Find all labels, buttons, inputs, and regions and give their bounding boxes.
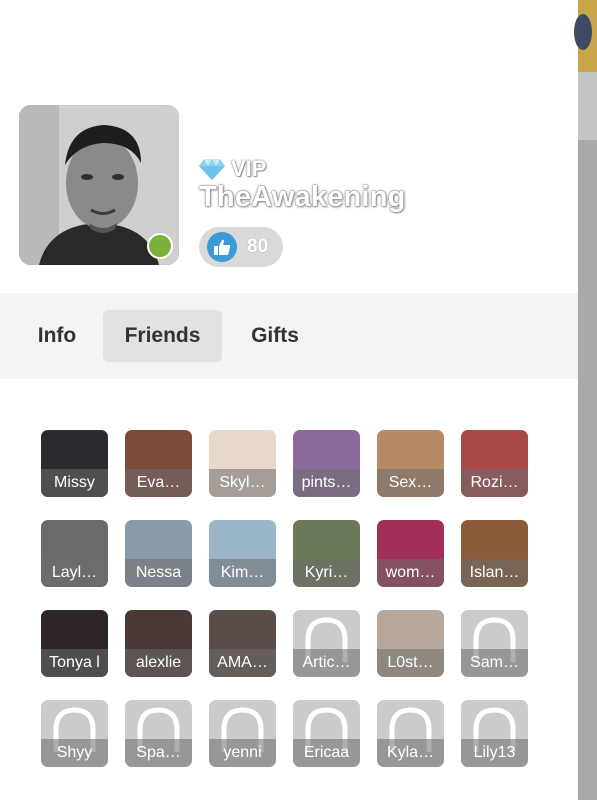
tab-info[interactable]: Info xyxy=(19,310,95,362)
friend-name: Kyri… xyxy=(293,559,360,587)
friend-name: wom… xyxy=(377,559,444,587)
likes-count: 80 xyxy=(247,236,269,257)
friend-name: Ericaa xyxy=(293,739,360,767)
friend-tile[interactable]: pints… xyxy=(293,430,360,497)
friend-tile[interactable]: Kim… xyxy=(209,520,276,587)
friend-name: Nessa xyxy=(125,559,192,587)
profile-tabs: Info Friends Gifts xyxy=(0,293,578,379)
friend-name: yenni xyxy=(209,739,276,767)
friend-tile[interactable]: Tonya l xyxy=(41,610,108,677)
friend-name: Tonya l xyxy=(41,649,108,677)
friend-name: Shyy xyxy=(41,739,108,767)
diamond-icon xyxy=(199,159,225,180)
friend-tile[interactable]: yenni xyxy=(209,700,276,767)
friend-tile[interactable]: Rozi… xyxy=(461,430,528,497)
likes-button[interactable]: 80 xyxy=(199,227,283,267)
friend-tile[interactable]: Missy xyxy=(41,430,108,497)
friend-tile[interactable]: Lily13 xyxy=(461,700,528,767)
background-strip xyxy=(578,72,597,140)
friend-tile[interactable]: Sam… xyxy=(461,610,528,677)
friend-name: Missy xyxy=(41,469,108,497)
vip-badge: VIP xyxy=(199,155,266,183)
friend-tile[interactable]: Nessa xyxy=(125,520,192,587)
friend-name: Eva… xyxy=(125,469,192,497)
username: TheAwakening xyxy=(199,181,406,213)
thumbs-up-icon xyxy=(207,232,237,262)
friend-name: Islan… xyxy=(461,559,528,587)
friend-tile[interactable]: Kyri… xyxy=(293,520,360,587)
friend-name: Kim… xyxy=(209,559,276,587)
friend-tile[interactable]: Layl… xyxy=(41,520,108,587)
friend-tile[interactable]: Kyla… xyxy=(377,700,444,767)
tab-friends[interactable]: Friends xyxy=(103,310,222,362)
friend-name: Skyl… xyxy=(209,469,276,497)
friend-name: Artic… xyxy=(293,649,360,677)
friend-tile[interactable]: alexlie xyxy=(125,610,192,677)
vip-label: VIP xyxy=(231,156,267,181)
background-avatar-peek xyxy=(574,14,592,50)
friend-tile[interactable]: Sex… xyxy=(377,430,444,497)
friend-tile[interactable]: Ericaa xyxy=(293,700,360,767)
online-status-dot xyxy=(147,233,173,259)
friend-tile[interactable]: Islan… xyxy=(461,520,528,587)
friend-tile[interactable]: Eva… xyxy=(125,430,192,497)
friend-tile[interactable]: L0st… xyxy=(377,610,444,677)
tab-gifts[interactable]: Gifts xyxy=(232,310,318,362)
friend-name: L0st… xyxy=(377,649,444,677)
friend-name: Lily13 xyxy=(461,739,528,767)
friend-tile[interactable]: wom… xyxy=(377,520,444,587)
friend-tile[interactable]: AMA… xyxy=(209,610,276,677)
friend-tile[interactable]: Artic… xyxy=(293,610,360,677)
friend-name: AMA… xyxy=(209,649,276,677)
friend-name: Layl… xyxy=(41,559,108,587)
friend-tile[interactable]: Spa… xyxy=(125,700,192,767)
friend-name: Sam… xyxy=(461,649,528,677)
friend-name: Kyla… xyxy=(377,739,444,767)
friend-name: Sex… xyxy=(377,469,444,497)
friend-name: pints… xyxy=(293,469,360,497)
friend-tile[interactable]: Shyy xyxy=(41,700,108,767)
friend-name: alexlie xyxy=(125,649,192,677)
friend-tile[interactable]: Skyl… xyxy=(209,430,276,497)
friend-name: Rozi… xyxy=(461,469,528,497)
friend-name: Spa… xyxy=(125,739,192,767)
